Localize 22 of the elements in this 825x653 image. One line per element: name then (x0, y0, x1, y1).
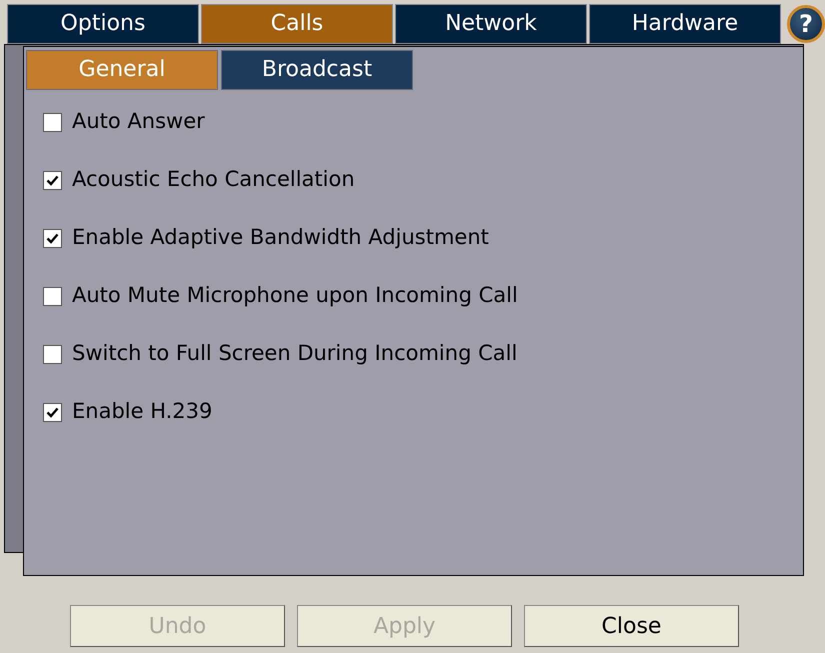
checkbox-label: Enable H.239 (72, 398, 212, 426)
checkbox[interactable] (43, 112, 62, 132)
checkbox[interactable] (43, 286, 62, 306)
checkbox[interactable] (43, 344, 62, 364)
checkbox-label: Switch to Full Screen During Incoming Call (72, 340, 518, 368)
checkbox-label: Acoustic Echo Cancellation (72, 166, 355, 194)
checkbox[interactable] (43, 228, 62, 248)
tab[interactable]: Options (7, 4, 199, 44)
checkbox-label: Auto Mute Microphone upon Incoming Call (72, 282, 518, 310)
checkbox[interactable] (43, 402, 62, 422)
checkbox[interactable] (43, 170, 62, 190)
tab[interactable]: Hardware (589, 4, 781, 44)
tab[interactable]: Calls (201, 4, 393, 44)
checkbox-label: Enable Adaptive Bandwidth Adjustment (72, 224, 489, 252)
subtab[interactable]: Broadcast (221, 50, 413, 90)
tab[interactable]: Network (395, 4, 587, 44)
action-button[interactable]: Close (524, 605, 739, 647)
checkbox-label: Auto Answer (72, 108, 205, 136)
check-icon (46, 232, 59, 244)
check-icon (46, 174, 59, 186)
help-button[interactable]: ? (787, 5, 825, 43)
check-icon (46, 406, 59, 418)
